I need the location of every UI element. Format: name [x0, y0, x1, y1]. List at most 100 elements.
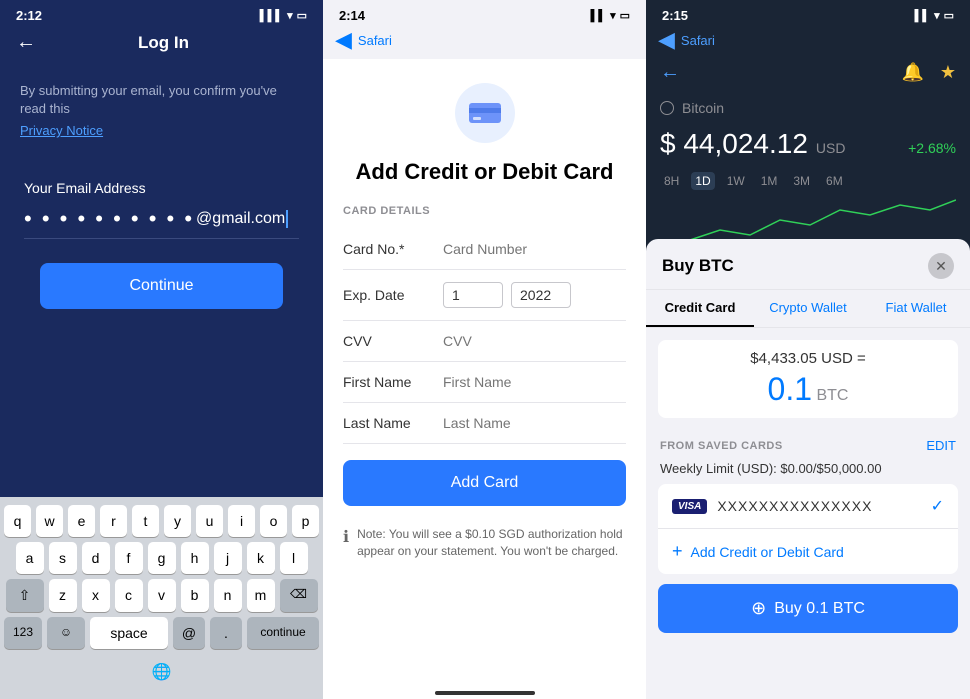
tab-fiat-wallet[interactable]: Fiat Wallet [862, 290, 970, 327]
shift-key[interactable]: ⇧ [6, 579, 44, 612]
key-dot[interactable]: . [210, 617, 242, 649]
key-k[interactable]: k [247, 542, 275, 574]
key-m[interactable]: m [247, 579, 275, 612]
key-at[interactable]: @ [173, 617, 205, 649]
close-button[interactable]: ✕ [928, 253, 954, 279]
bell-icon[interactable]: 🔔 [901, 62, 923, 83]
sheet-title: Buy BTC [662, 256, 734, 276]
space-key[interactable]: space [90, 617, 168, 649]
keyboard-row-2: a s d f g h j k l [4, 542, 319, 574]
safari-bar-3: ◀ Safari [646, 27, 970, 57]
key-y[interactable]: y [164, 505, 191, 537]
safari-label-3: Safari [681, 33, 715, 48]
login-screen: 2:12 ▌▌▌ ▾ ▭ ← Log In By submitting your… [0, 0, 323, 699]
backspace-key[interactable]: ⌫ [280, 579, 318, 612]
exp-month-input[interactable] [443, 282, 503, 308]
coin-name: Bitcoin [682, 100, 724, 116]
wifi-icon-2: ▾ [610, 9, 616, 22]
add-card-row[interactable]: + Add Credit or Debit Card [658, 529, 958, 574]
key-i[interactable]: i [228, 505, 255, 537]
nav-bar-1: ← Log In [0, 27, 323, 62]
btc-circle [660, 101, 674, 115]
key-v[interactable]: v [148, 579, 176, 612]
key-d[interactable]: d [82, 542, 110, 574]
star-icon[interactable]: ★ [940, 62, 956, 83]
time-tab-8h[interactable]: 8H [660, 172, 683, 190]
key-u[interactable]: u [196, 505, 223, 537]
add-card-title: Add Credit or Debit Card [343, 159, 626, 185]
time-tab-3m[interactable]: 3M [789, 172, 814, 190]
visa-icon: VISA [672, 499, 707, 514]
keyboard-row-1: q w e r t y u i o p [4, 505, 319, 537]
card-icon-circle [455, 83, 515, 143]
key-123[interactable]: 123 [4, 617, 42, 649]
key-h[interactable]: h [181, 542, 209, 574]
exp-year-input[interactable] [511, 282, 571, 308]
nav-back-icon[interactable]: ← [660, 61, 680, 84]
email-dots: • • • • • • • • • • [24, 206, 194, 232]
key-n[interactable]: n [214, 579, 242, 612]
tab-crypto-wallet[interactable]: Crypto Wallet [754, 290, 862, 327]
privacy-link[interactable]: Privacy Notice [20, 123, 103, 138]
key-r[interactable]: r [100, 505, 127, 537]
key-w[interactable]: w [36, 505, 63, 537]
key-j[interactable]: j [214, 542, 242, 574]
edit-button[interactable]: EDIT [926, 438, 956, 453]
back-button-1[interactable]: ← [16, 31, 36, 54]
card-no-input[interactable] [443, 241, 626, 257]
safari-back-icon-3[interactable]: ◀ [658, 27, 675, 53]
tab-credit-card[interactable]: Credit Card [646, 290, 754, 327]
last-name-input[interactable] [443, 415, 626, 431]
cvv-row: CVV [343, 321, 626, 362]
safari-back-icon-2[interactable]: ◀ [335, 27, 352, 53]
time-2: 2:14 [339, 8, 365, 23]
first-name-input[interactable] [443, 374, 626, 390]
status-icons-1: ▌▌▌ ▾ ▭ [260, 9, 307, 22]
add-card-button[interactable]: Add Card [343, 460, 626, 506]
add-card-screen: 2:14 ▌▌ ▾ ▭ ◀ Safari Add Credit or Debit… [323, 0, 646, 699]
note-text: Note: You will see a $0.10 SGD authoriza… [357, 526, 626, 560]
key-g[interactable]: g [148, 542, 176, 574]
time-tab-1w[interactable]: 1W [723, 172, 749, 190]
buy-button[interactable]: ⊕ Buy 0.1 BTC [658, 584, 958, 633]
key-emoji[interactable]: ☺ [47, 617, 85, 649]
price-change: +2.68% [908, 140, 956, 156]
key-p[interactable]: p [292, 505, 319, 537]
status-bar-3: 2:15 ▌▌ ▾ ▭ [646, 0, 970, 27]
signal-icon-2: ▌▌ [590, 10, 606, 22]
card-row-visa[interactable]: VISA XXXXXXXXXXXXXXX ✓ [658, 484, 958, 529]
screen3-nav: ← 🔔 ★ [646, 57, 970, 92]
time-tab-1d[interactable]: 1D [691, 172, 714, 190]
key-c[interactable]: c [115, 579, 143, 612]
signal-icon-3: ▌▌ [914, 10, 930, 22]
amount-btc: 0.1 [768, 371, 812, 407]
card-mask: XXXXXXXXXXXXXXX [717, 498, 930, 514]
login-content: By submitting your email, you confirm yo… [0, 62, 323, 329]
keyboard-row-3: ⇧ z x c v b n m ⌫ [4, 579, 319, 612]
amount-display: $4,433.05 USD = 0.1 BTC [658, 340, 958, 418]
time-tab-6m[interactable]: 6M [822, 172, 847, 190]
key-s[interactable]: s [49, 542, 77, 574]
add-card-link[interactable]: Add Credit or Debit Card [691, 544, 844, 560]
key-z[interactable]: z [49, 579, 77, 612]
continue-button[interactable]: Continue [40, 263, 283, 309]
cvv-input[interactable] [443, 333, 626, 349]
key-b[interactable]: b [181, 579, 209, 612]
key-l[interactable]: l [280, 542, 308, 574]
subtitle-text: By submitting your email, you confirm yo… [20, 82, 303, 118]
last-name-label: Last Name [343, 415, 443, 431]
time-tab-1m[interactable]: 1M [757, 172, 782, 190]
key-o[interactable]: o [260, 505, 287, 537]
globe-key[interactable]: 🌐 [143, 654, 181, 690]
amount-btc-row: 0.1 BTC [672, 371, 944, 408]
key-e[interactable]: e [68, 505, 95, 537]
battery-icon: ▭ [297, 9, 307, 22]
email-section: Your Email Address • • • • • • • • • • @… [20, 180, 303, 239]
key-continue[interactable]: continue [247, 617, 319, 649]
key-x[interactable]: x [82, 579, 110, 612]
payment-tabs: Credit Card Crypto Wallet Fiat Wallet [646, 290, 970, 328]
key-a[interactable]: a [16, 542, 44, 574]
key-q[interactable]: q [4, 505, 31, 537]
key-f[interactable]: f [115, 542, 143, 574]
key-t[interactable]: t [132, 505, 159, 537]
